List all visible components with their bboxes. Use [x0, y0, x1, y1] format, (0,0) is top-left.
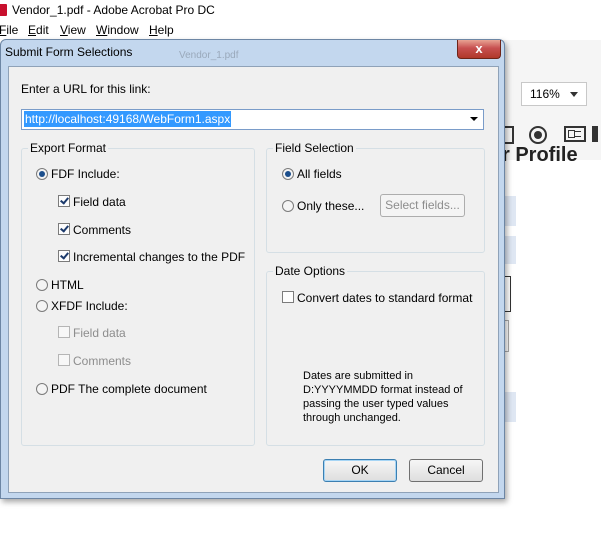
only-these-option[interactable]: Only these... — [282, 199, 382, 213]
fdf-radio[interactable] — [36, 168, 48, 180]
document-heading: r Profile — [502, 144, 578, 164]
fdf-field-data-option[interactable]: Field data — [58, 195, 238, 209]
html-option[interactable]: HTML — [36, 278, 236, 292]
convert-dates-label: Convert dates to standard format — [297, 291, 473, 305]
xfdf-field-data-option[interactable]: Field data — [58, 326, 238, 340]
chevron-down-icon — [570, 92, 578, 97]
dropdown-tool-icon[interactable] — [592, 126, 598, 142]
xfdf-comments-option[interactable]: Comments — [58, 354, 238, 368]
fdf-incremental-checkbox[interactable] — [58, 250, 70, 262]
menu-edit[interactable]: Edit — [28, 20, 49, 40]
pdf-label: PDF The complete document — [51, 382, 207, 396]
radio-tool-icon[interactable] — [529, 126, 547, 144]
fdf-comments-label: Comments — [73, 223, 132, 237]
fdf-field-data-checkbox[interactable] — [58, 195, 70, 207]
fdf-comments-option[interactable]: Comments — [58, 223, 238, 237]
menu-help[interactable]: Help — [149, 20, 174, 40]
chevron-down-icon[interactable] — [470, 117, 478, 121]
field-selection-group: Field Selection All fields Only these...… — [266, 141, 485, 253]
pdf-radio[interactable] — [36, 383, 48, 395]
select-fields-button[interactable]: Select fields... — [380, 194, 465, 217]
convert-dates-option[interactable]: Convert dates to standard format — [282, 291, 472, 305]
xfdf-option[interactable]: XFDF Include: — [36, 299, 236, 313]
zoom-value: 116% — [530, 87, 560, 101]
dialog-title: Submit Form Selections — [5, 45, 133, 59]
date-options-title: Date Options — [273, 264, 348, 278]
convert-dates-checkbox[interactable] — [282, 291, 294, 303]
export-format-title: Export Format — [28, 141, 109, 155]
cancel-button[interactable]: Cancel — [409, 459, 483, 482]
dialog-body: Enter a URL for this link: http://localh… — [8, 66, 499, 493]
document-area — [0, 497, 601, 546]
xfdf-field-data-checkbox[interactable] — [58, 326, 70, 338]
fdf-field-data-label: Field data — [73, 195, 126, 209]
menu-view[interactable]: View — [60, 20, 86, 40]
all-fields-option[interactable]: All fields — [282, 167, 432, 181]
close-icon: x — [475, 41, 483, 56]
dialog-ghost-title: Vendor_1.pdf — [179, 50, 239, 61]
dialog-titlebar[interactable]: Submit Form Selections Vendor_1.pdf x — [1, 40, 504, 64]
only-these-radio[interactable] — [282, 200, 294, 212]
url-input-value[interactable]: http://localhost:49168/WebForm1.aspx — [24, 111, 232, 127]
pdf-option[interactable]: PDF The complete document — [36, 382, 236, 396]
app-title-bar: Vendor_1.pdf - Adobe Acrobat Pro DC — [0, 0, 601, 20]
zoom-dropdown[interactable]: 116% — [521, 82, 587, 106]
menu-file[interactable]: File — [0, 20, 18, 40]
pdf-file-icon — [0, 4, 7, 16]
xfdf-comments-label: Comments — [73, 354, 132, 368]
url-combobox[interactable]: http://localhost:49168/WebForm1.aspx — [21, 109, 484, 130]
listbox-tool-icon[interactable] — [564, 126, 586, 142]
app-title: Vendor_1.pdf - Adobe Acrobat Pro DC — [12, 3, 215, 17]
field-selection-title: Field Selection — [273, 141, 356, 155]
submit-form-dialog: Submit Form Selections Vendor_1.pdf x En… — [0, 39, 505, 499]
fdf-option[interactable]: FDF Include: — [36, 167, 236, 181]
fdf-incremental-label: Incremental changes to the PDF — [73, 250, 246, 264]
fdf-incremental-option[interactable]: Incremental changes to the PDF — [58, 250, 248, 264]
all-fields-label: All fields — [297, 167, 342, 181]
close-button[interactable]: x — [457, 40, 501, 59]
only-these-label: Only these... — [297, 199, 365, 213]
xfdf-comments-checkbox[interactable] — [58, 354, 70, 366]
date-info-text: Dates are submitted in D:YYYYMMDD format… — [303, 370, 463, 424]
all-fields-radio[interactable] — [282, 168, 294, 180]
html-radio[interactable] — [36, 279, 48, 291]
export-format-group: Export Format FDF Include: Field data Co… — [21, 141, 255, 446]
xfdf-radio[interactable] — [36, 300, 48, 312]
fdf-label: FDF Include: — [51, 167, 120, 181]
menu-bar: File Edit View Window Help — [0, 20, 601, 40]
fdf-comments-checkbox[interactable] — [58, 223, 70, 235]
html-label: HTML — [51, 278, 84, 292]
date-options-group: Date Options Convert dates to standard f… — [266, 264, 485, 446]
menu-window[interactable]: Window — [96, 20, 139, 40]
xfdf-field-data-label: Field data — [73, 326, 126, 340]
url-label: Enter a URL for this link: — [21, 82, 151, 96]
ok-button[interactable]: OK — [323, 459, 397, 482]
xfdf-label: XFDF Include: — [51, 299, 128, 313]
